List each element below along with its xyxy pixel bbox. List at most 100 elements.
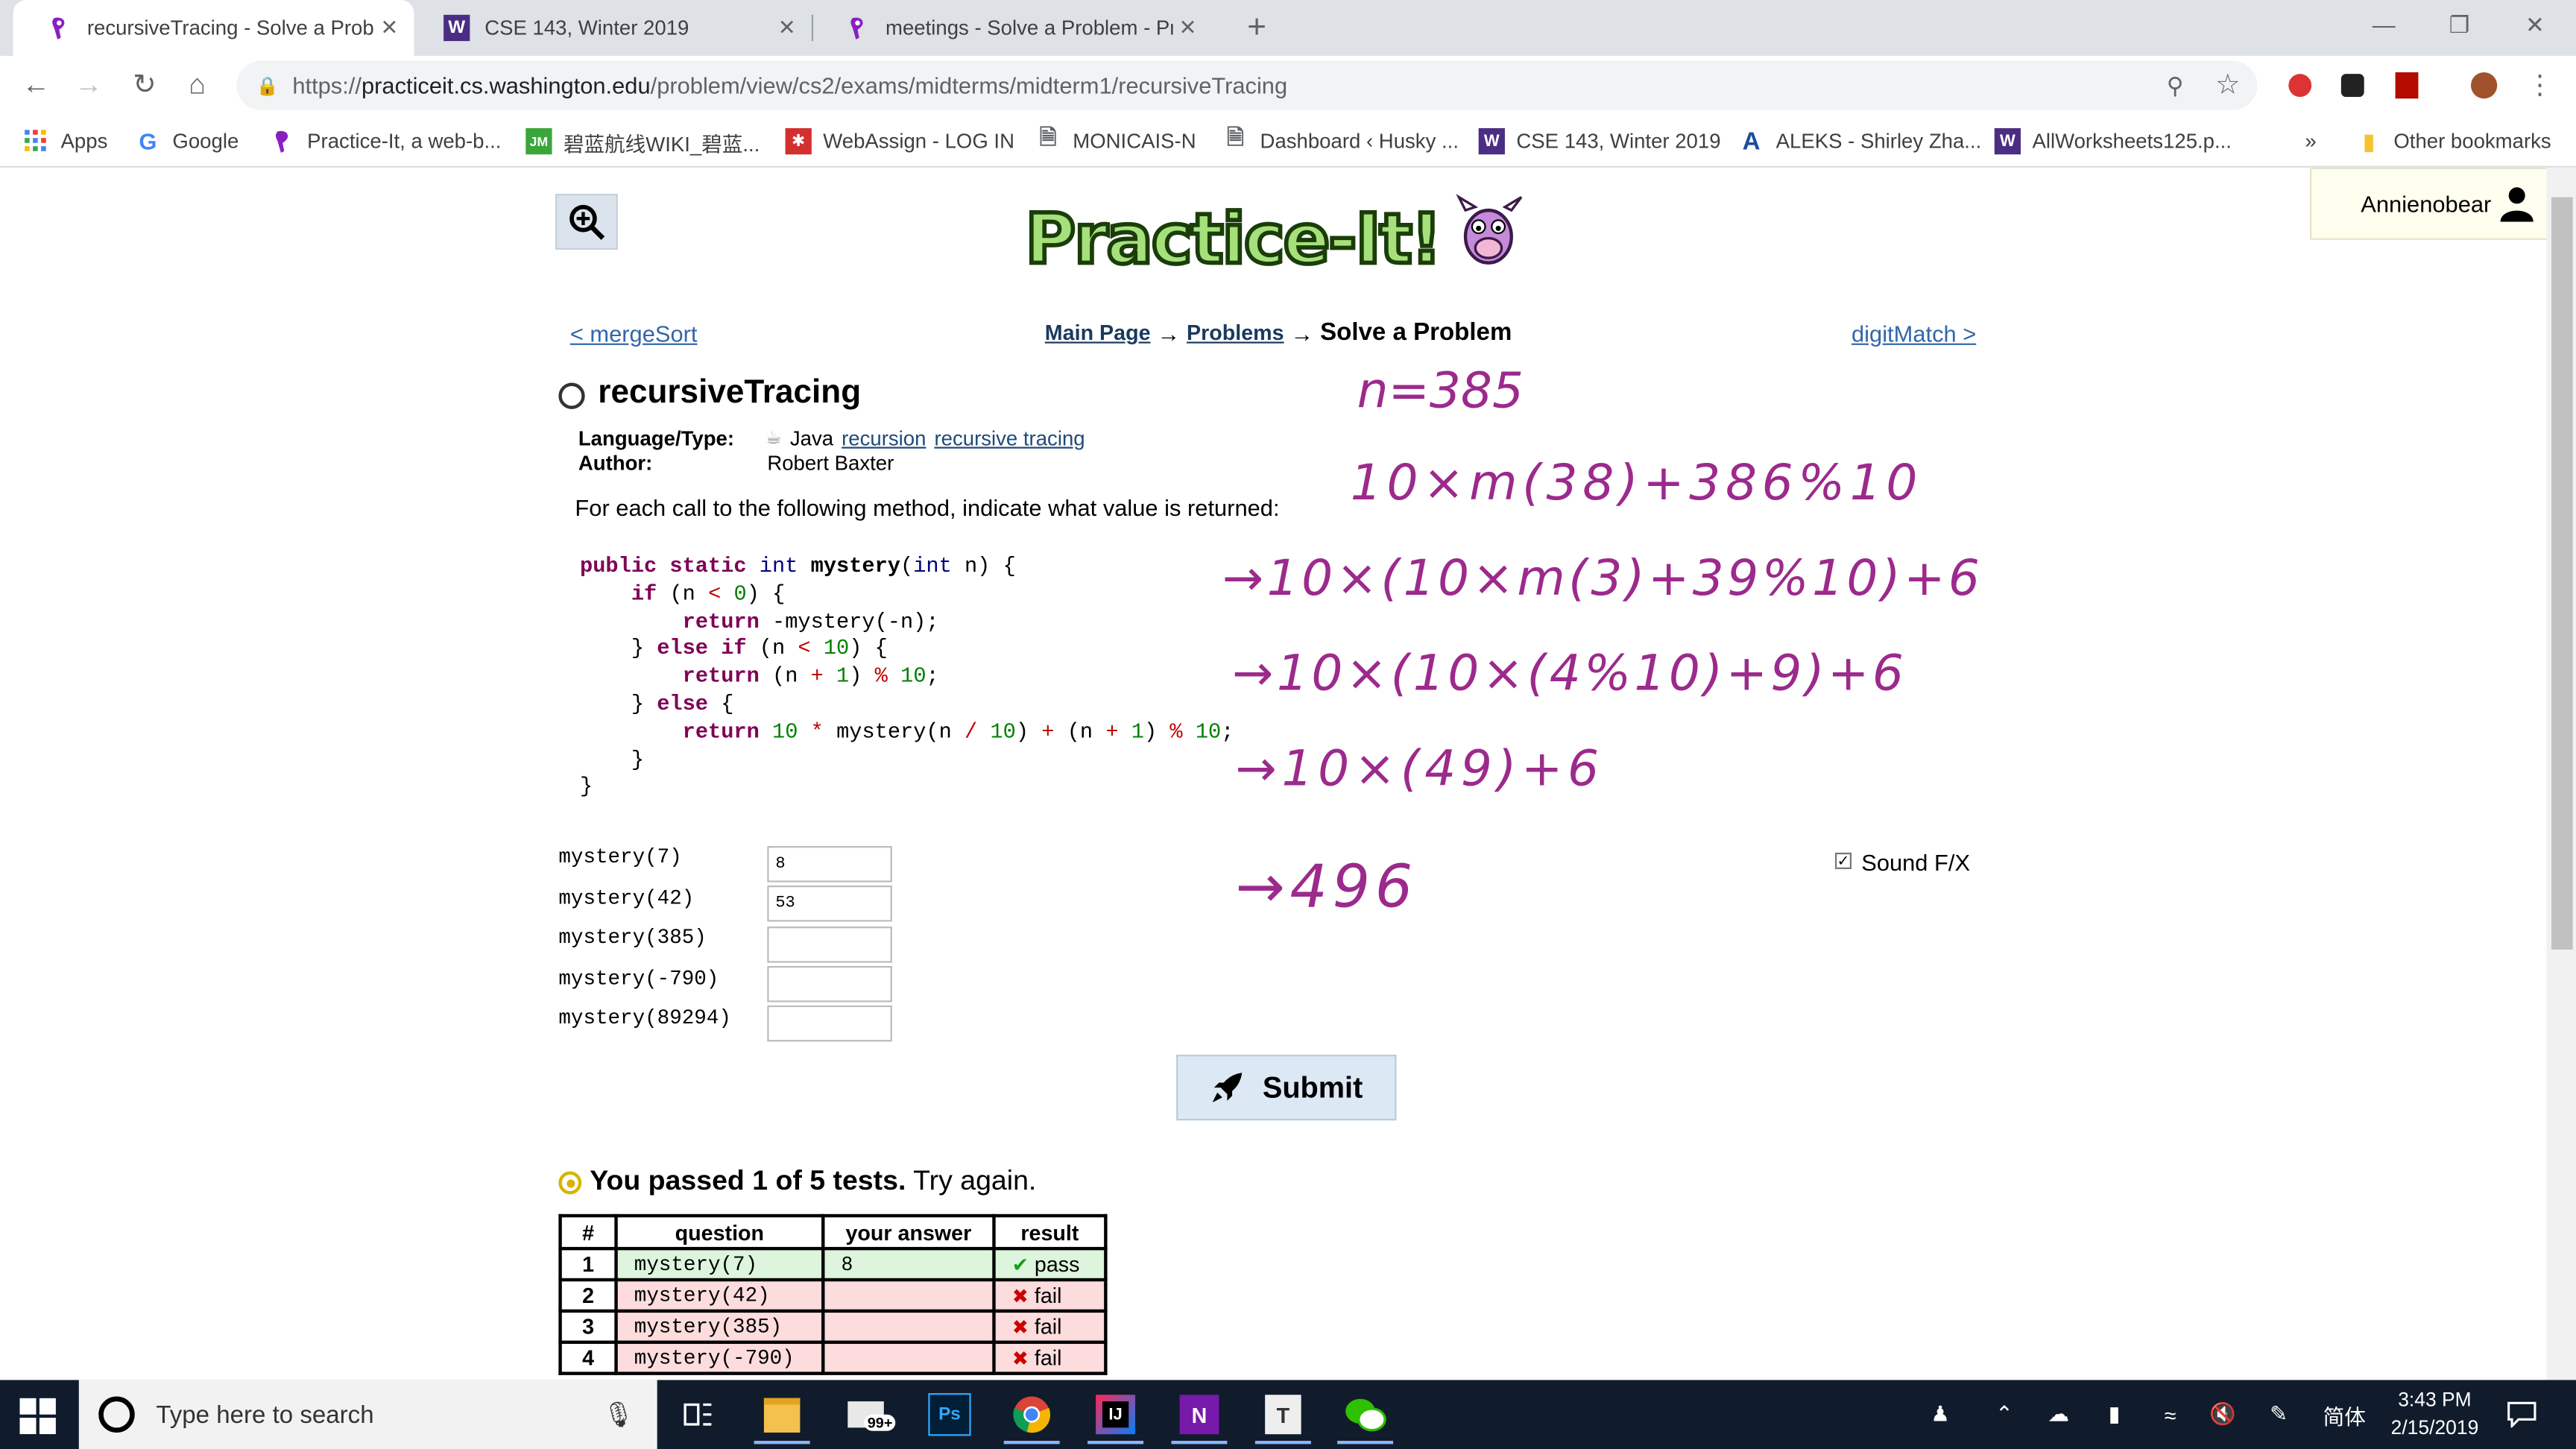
aleks-a-icon: A (1742, 127, 1761, 156)
typora-icon[interactable]: T (1254, 1388, 1311, 1445)
main-page-link[interactable]: Main Page (1045, 321, 1151, 345)
volume-muted-icon[interactable]: 🔇 (2201, 1380, 2244, 1449)
bookmark-star-icon[interactable]: ☆ (2208, 66, 2247, 105)
restore-button[interactable]: ❐ (2422, 0, 2497, 49)
col-header-answer: your answer (821, 1213, 996, 1251)
reload-icon[interactable]: ↻ (121, 63, 168, 109)
other-bookmarks-folder[interactable]: ▮ Other bookmarks (2356, 123, 2551, 159)
tab-title: meetings - Solve a Problem - Pra (886, 16, 1173, 40)
practice-it-favicon (269, 128, 295, 154)
col-header-num: # (558, 1213, 618, 1251)
handwriting-line-3: →10×(10×m(3)+39%10)+6 (1222, 549, 1983, 607)
answer-input-5[interactable] (767, 1005, 892, 1042)
col-header-result: result (992, 1213, 1108, 1251)
folder-icon: ▮ (2362, 127, 2375, 154)
answer-input-1[interactable]: 8 (767, 846, 892, 883)
onedrive-cloud-icon[interactable]: ☁ (2037, 1380, 2080, 1449)
close-tab-icon[interactable]: ✕ (375, 15, 405, 41)
taskbar-search-box[interactable]: Type here to search 🎙 (78, 1380, 657, 1449)
tab-cse143[interactable]: W CSE 143, Winter 2019 ✕ (411, 0, 812, 56)
problem-prompt: For each call to the following method, i… (575, 494, 1280, 521)
translate-extension-icon[interactable] (2280, 66, 2320, 105)
back-arrow-icon[interactable]: ← (13, 63, 60, 109)
prev-problem-link[interactable]: < mergeSort (570, 321, 698, 347)
chrome-icon[interactable] (1003, 1388, 1060, 1445)
onenote-icon[interactable]: N (1171, 1388, 1228, 1445)
mail-icon[interactable]: 99+ (838, 1388, 896, 1441)
zoom-in-button[interactable] (555, 194, 618, 250)
question-label-2: mystery(42) (558, 887, 695, 911)
pdf-extension-icon[interactable] (2387, 66, 2427, 105)
wifi-icon[interactable]: ≈ (2149, 1380, 2191, 1449)
bookmark-monicais[interactable]: 🗎 MONICAIS-N (1035, 123, 1196, 159)
uw-w-favicon: W (1478, 127, 1505, 155)
author-label: Author: (578, 452, 653, 475)
answer-input-2[interactable]: 53 (767, 886, 892, 922)
page-icon: 🗎 (1226, 124, 1244, 150)
result-summary: You passed 1 of 5 tests. Try again. (590, 1164, 1037, 1196)
handwriting-line-2: 10×m(38)+386%10 (1351, 454, 1922, 511)
clock-date: 2/15/2019 (2390, 1415, 2479, 1439)
ime-indicator[interactable]: 简体 (2317, 1380, 2373, 1449)
bookmark-cse143[interactable]: W CSE 143, Winter 2019 (1478, 123, 1721, 159)
handwriting-line-5: →10×(49)+6 (1235, 740, 1603, 798)
webassign-icon: ✱ (785, 127, 812, 155)
home-icon[interactable]: ⌂ (174, 63, 221, 109)
zoom-icon[interactable]: ⚲ (2156, 66, 2195, 105)
address-bar[interactable]: 🔒 https://practiceit.cs.washington.edu/p… (236, 60, 2258, 110)
action-center-icon[interactable] (2497, 1380, 2546, 1449)
bookmark-apps[interactable]: Apps (23, 123, 107, 159)
minimize-button[interactable]: — (2346, 0, 2421, 49)
submit-button[interactable]: Submit (1176, 1055, 1397, 1121)
new-tab-button[interactable]: + (1235, 7, 1278, 49)
pen-workspace-icon[interactable]: ✎ (2257, 1380, 2299, 1449)
jm-wiki-icon: JM (525, 127, 552, 155)
people-icon[interactable]: ♟ (1919, 1380, 1961, 1449)
scrollbar-thumb[interactable] (2551, 197, 2573, 950)
show-hidden-icons-chevron-icon[interactable]: ⌃ (1985, 1380, 2024, 1449)
tampermonkey-extension-icon[interactable] (2333, 66, 2373, 105)
apps-grid-icon (23, 128, 49, 154)
tag-recursive-tracing-link[interactable]: recursive tracing (934, 427, 1085, 450)
windows-start-icon[interactable] (19, 1398, 56, 1435)
bookmark-aleks[interactable]: A ALEKS - Shirley Zha... (1738, 123, 1982, 159)
next-problem-link[interactable]: digitMatch > (1852, 321, 1976, 347)
question-label-4: mystery(-790) (558, 967, 719, 991)
tab-meetings[interactable]: meetings - Solve a Problem - Pra ✕ (812, 0, 1213, 56)
question-label-3: mystery(385) (558, 926, 707, 950)
close-tab-icon[interactable]: ✕ (1173, 15, 1203, 41)
bookmark-dashboard-husky[interactable]: 🗎 Dashboard ‹ Husky ... (1222, 123, 1459, 159)
mail-badge: 99+ (864, 1414, 896, 1431)
task-view-icon[interactable] (670, 1388, 726, 1441)
profile-avatar[interactable] (2464, 66, 2504, 105)
tab-recursive-tracing[interactable]: recursiveTracing - Solve a Proble ✕ (13, 0, 414, 56)
file-explorer-icon[interactable] (754, 1388, 810, 1445)
practice-it-logo: Practice-It! (1019, 187, 1532, 282)
tag-recursion-link[interactable]: recursion (842, 427, 926, 450)
breadcrumb: Main Page → Problems → Solve a Problem (1044, 318, 1512, 347)
microphone-icon[interactable]: 🎙 (603, 1400, 634, 1429)
java-cup-icon: ☕ (765, 429, 782, 449)
user-menu[interactable]: Annienobear (2309, 167, 2547, 240)
problems-link[interactable]: Problems (1187, 321, 1284, 345)
close-tab-icon[interactable]: ✕ (772, 15, 802, 41)
bookmark-allworksheets[interactable]: W AllWorksheets125.p... (1994, 123, 2232, 159)
bookmark-google[interactable]: G Google (135, 123, 239, 159)
search-placeholder: Type here to search (156, 1400, 374, 1429)
bookmark-webassign[interactable]: ✱ WebAssign - LOG IN (785, 123, 1014, 159)
chrome-menu-icon[interactable]: ⋮ (2520, 66, 2560, 105)
photoshop-icon[interactable]: Ps (922, 1388, 978, 1441)
bookmarks-overflow-button[interactable]: » (2305, 123, 2316, 159)
close-window-button[interactable]: ✕ (2497, 0, 2572, 49)
answer-input-4[interactable] (767, 966, 892, 1003)
intellij-icon[interactable]: IJ (1087, 1388, 1144, 1445)
wechat-icon[interactable] (1337, 1388, 1394, 1445)
answer-input-3[interactable] (767, 926, 892, 963)
forward-arrow-icon[interactable]: → (66, 63, 112, 109)
clock[interactable]: 3:43 PM 2/15/2019 (2382, 1380, 2487, 1449)
practice-it-favicon (46, 15, 72, 41)
bookmark-practice-it[interactable]: Practice-It, a web-b... (269, 123, 501, 159)
bookmark-azurlane-wiki[interactable]: JM 碧蓝航线WIKI_碧蓝... (525, 123, 760, 159)
battery-icon[interactable]: ▮ (2093, 1380, 2135, 1449)
table-row: 1 mystery(7) 8 ✔ pass (558, 1246, 1108, 1282)
